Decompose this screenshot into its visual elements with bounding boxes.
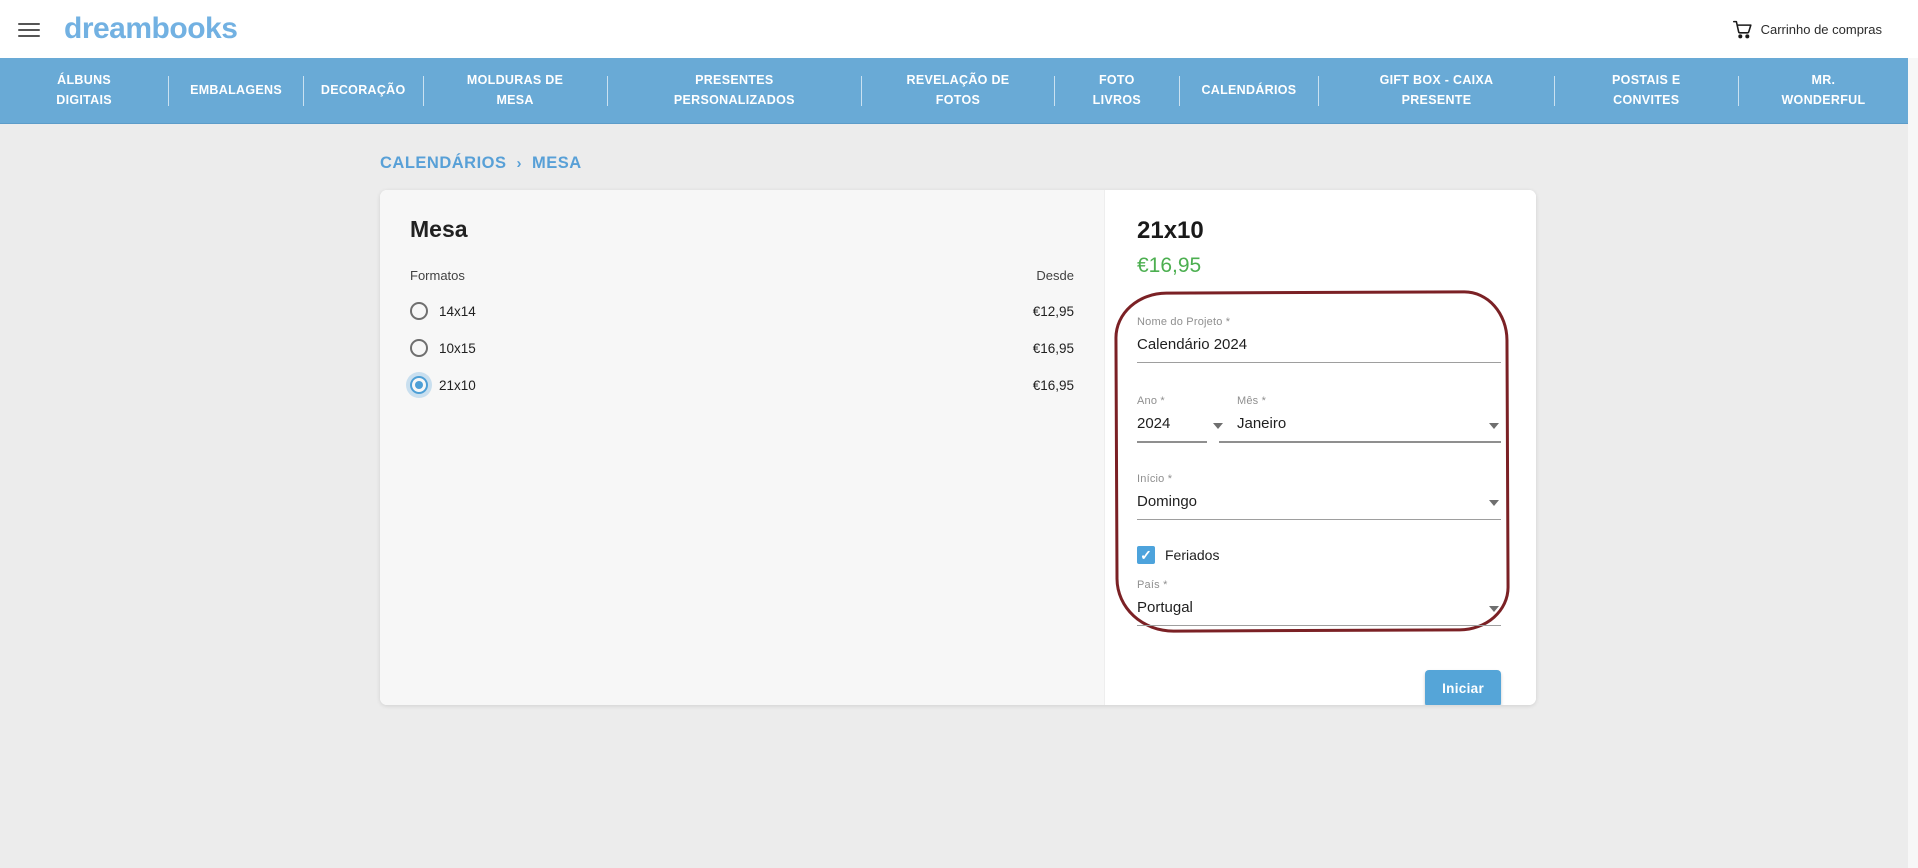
config-panel: 21x10 €16,95 Nome do Projeto * Calendári…: [1104, 190, 1536, 705]
format-panel: Mesa Formatos Desde 14x14 €12,95 10x15 €…: [380, 190, 1104, 705]
radio-checked-icon[interactable]: [410, 376, 428, 394]
price-column-label: Desde: [1036, 268, 1074, 283]
format-option-21x10[interactable]: 21x10: [410, 376, 476, 394]
cart-icon: [1732, 19, 1753, 40]
format-row: 21x10 €16,95: [410, 376, 1074, 394]
project-name-label: Nome do Projeto *: [1137, 316, 1501, 328]
nav-item-presentes-personalizados[interactable]: PRESENTES PERSONALIZADOS: [608, 58, 861, 123]
format-price: €12,95: [1033, 304, 1074, 319]
format-option-14x14[interactable]: 14x14: [410, 302, 476, 320]
nav-item-molduras-de-mesa[interactable]: MOLDURAS DE MESA: [424, 58, 607, 123]
selected-format-price: €16,95: [1137, 254, 1501, 278]
formats-column-label: Formatos: [410, 268, 465, 283]
page-title: Mesa: [410, 216, 1074, 243]
format-row: 10x15 €16,95: [410, 339, 1074, 357]
breadcrumb-calendarios[interactable]: CALENDÁRIOS: [380, 154, 507, 173]
menu-icon[interactable]: [18, 19, 40, 41]
nav-item-embalagens[interactable]: EMBALAGENS: [169, 58, 303, 123]
scrollbar-track[interactable]: [1908, 58, 1918, 868]
chevron-down-icon: [1489, 606, 1499, 612]
logo[interactable]: dreambooks: [64, 12, 237, 46]
start-button[interactable]: Iniciar: [1425, 670, 1501, 705]
chevron-down-icon: [1489, 500, 1499, 506]
selected-format-title: 21x10: [1137, 217, 1501, 245]
format-row: 14x14 €12,95: [410, 302, 1074, 320]
format-price: €16,95: [1033, 341, 1074, 356]
breadcrumb-separator-icon: ›: [517, 155, 523, 172]
header: dreambooks Carrinho de compras: [0, 0, 1918, 58]
nav-item-albuns-digitais[interactable]: ÁLBUNS DIGITAIS: [0, 58, 168, 123]
nav-item-gift-box[interactable]: GIFT BOX - CAIXA PRESENTE: [1319, 58, 1554, 123]
month-label: Mês *: [1237, 395, 1501, 407]
product-card: Mesa Formatos Desde 14x14 €12,95 10x15 €…: [380, 190, 1536, 705]
nav-item-mr-wonderful[interactable]: MR. WONDERFUL: [1739, 58, 1908, 123]
calendar-config-form: Nome do Projeto * Calendário 2024 Ano * …: [1137, 316, 1501, 705]
month-select[interactable]: Mês * Janeiro: [1219, 395, 1501, 443]
start-day-label: Início *: [1137, 473, 1501, 485]
format-option-10x15[interactable]: 10x15: [410, 339, 476, 357]
year-label: Ano *: [1137, 395, 1207, 407]
project-name-input[interactable]: Calendário 2024: [1137, 336, 1501, 363]
main-nav: ÁLBUNS DIGITAIS EMBALAGENS DECORAÇÃO MOL…: [0, 58, 1918, 124]
project-name-field[interactable]: Nome do Projeto * Calendário 2024: [1137, 316, 1501, 363]
nav-item-calendarios[interactable]: CALENDÁRIOS: [1180, 58, 1319, 123]
radio-unchecked-icon[interactable]: [410, 302, 428, 320]
chevron-down-icon: [1489, 423, 1499, 429]
nav-item-decoracao[interactable]: DECORAÇÃO: [304, 58, 423, 123]
nav-item-postais-e-convites[interactable]: POSTAIS E CONVITES: [1555, 58, 1738, 123]
cart-button[interactable]: Carrinho de compras: [1732, 19, 1882, 40]
holidays-checkbox-row[interactable]: ✓ Feriados: [1137, 546, 1501, 564]
start-day-select[interactable]: Início * Domingo: [1137, 473, 1501, 520]
country-label: País *: [1137, 579, 1501, 591]
nav-item-revelacao-de-fotos[interactable]: REVELAÇÃO DE FOTOS: [862, 58, 1054, 123]
holidays-label: Feriados: [1165, 547, 1219, 563]
format-price: €16,95: [1033, 378, 1074, 393]
year-select[interactable]: Ano * 2024: [1137, 395, 1207, 443]
nav-item-foto-livros[interactable]: FOTO LIVROS: [1055, 58, 1179, 123]
breadcrumb-mesa[interactable]: MESA: [532, 154, 582, 173]
checkbox-checked-icon[interactable]: ✓: [1137, 546, 1155, 564]
cart-label: Carrinho de compras: [1761, 22, 1882, 37]
country-select[interactable]: País * Portugal: [1137, 579, 1501, 626]
breadcrumb: CALENDÁRIOS › MESA: [380, 154, 1918, 173]
radio-unchecked-icon[interactable]: [410, 339, 428, 357]
